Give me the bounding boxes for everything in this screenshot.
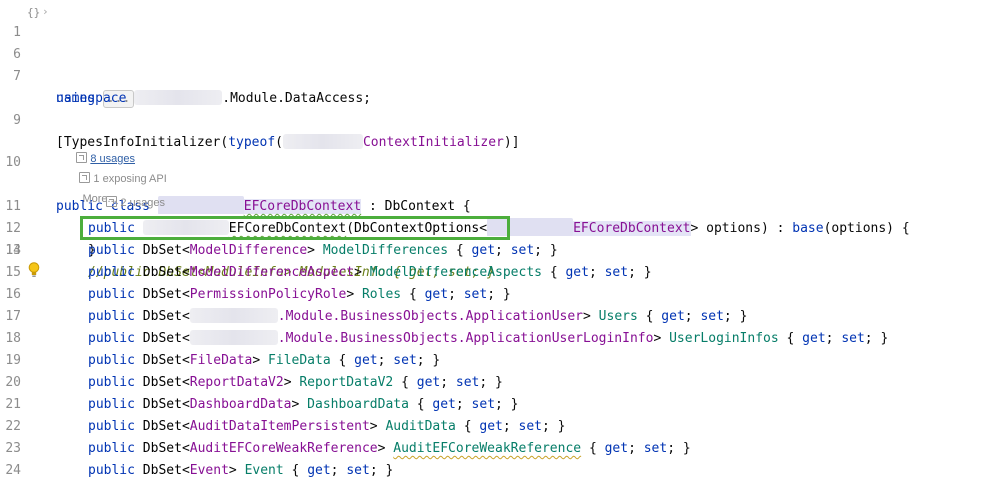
- ctor-inlay-hints: 2 usages: [0, 153, 992, 209]
- chevron-right-icon[interactable]: ›: [42, 1, 49, 23]
- line-number: 7: [13, 69, 21, 84]
- dbset-type[interactable]: DbSet: [143, 309, 182, 324]
- dbset-line: 20 public DbSet<ReportDataV2> ReportDataV…: [0, 372, 992, 394]
- line-number: 23: [5, 441, 21, 456]
- accessors: { get; set; }: [401, 375, 503, 390]
- redacted-text: [189, 330, 278, 345]
- accessors: { get; set; }: [549, 265, 652, 280]
- accessors: { get; set; }: [416, 397, 519, 412]
- dbset-line: 18 public DbSet< .Module.BusinessObjects.A…: [0, 328, 992, 350]
- line-number: 17: [5, 309, 21, 324]
- code-line-11: 11 public EFCoreDbContext(DbContextOptio…: [0, 174, 992, 236]
- accessors: { get; set; }: [338, 353, 441, 368]
- dbset-type[interactable]: DbSet: [143, 463, 182, 478]
- code-line-9: 9 [TypesInfoInitializer(typeof(ContextIn…: [0, 88, 992, 150]
- line-number: 22: [5, 419, 21, 434]
- entity-type[interactable]: AuditDataItemPersistent: [190, 419, 370, 434]
- accessors: { get; set; }: [588, 441, 691, 456]
- dbset-line: 19 public DbSet<FileData> FileData { get;…: [0, 350, 992, 372]
- code-line-12: 12 }: [0, 196, 992, 258]
- dbset-line: 17 public DbSet< .Module.BusinessObjects.A…: [0, 306, 992, 328]
- accessors: { get; set; }: [408, 287, 511, 302]
- accessors: { get; set; }: [645, 309, 748, 324]
- public-keyword: public: [88, 353, 135, 368]
- dbset-type[interactable]: DbSet: [143, 287, 182, 302]
- code-line-1: 1 {} › using ...: [0, 0, 992, 108]
- dbset-type[interactable]: DbSet: [143, 375, 182, 390]
- public-keyword: public: [88, 375, 135, 390]
- property-name[interactable]: Event: [245, 463, 284, 478]
- property-name[interactable]: AuditEFCoreWeakReference: [393, 441, 581, 456]
- public-keyword: public: [88, 331, 135, 346]
- dbset-line: 21 public DbSet<DashboardData> DashboardD…: [0, 394, 992, 416]
- code-line-7: 7 namespace .Module.DataAccess;: [0, 44, 992, 106]
- line-number: 16: [5, 287, 21, 302]
- dbset-line: 14 public DbSet<ModelDifference> ModelDif…: [0, 240, 992, 262]
- entity-type[interactable]: .Module.BusinessObjects.ApplicationUser: [278, 309, 583, 324]
- dbset-type[interactable]: DbSet: [143, 265, 182, 280]
- property-name[interactable]: FileData: [268, 353, 331, 368]
- property-name[interactable]: DashboardData: [307, 397, 409, 412]
- dbset-type[interactable]: DbSet: [143, 243, 182, 258]
- dbset-type[interactable]: DbSet: [143, 331, 182, 346]
- entity-type[interactable]: DashboardData: [190, 397, 292, 412]
- dbset-type[interactable]: DbSet: [143, 441, 182, 456]
- public-keyword: public: [88, 309, 135, 324]
- dbset-type[interactable]: DbSet: [143, 353, 182, 368]
- dbset-type[interactable]: DbSet: [143, 397, 182, 412]
- property-name[interactable]: Roles: [362, 287, 401, 302]
- property-name[interactable]: UserLoginInfos: [669, 331, 779, 346]
- public-keyword: public: [88, 463, 135, 478]
- dbset-line: 16 public DbSet<PermissionPolicyRole> Rol…: [0, 284, 992, 306]
- entity-type[interactable]: PermissionPolicyRole: [190, 287, 347, 302]
- code-line-6: 6: [0, 22, 992, 62]
- entity-type[interactable]: Event: [190, 463, 229, 478]
- line-number: 14: [5, 243, 21, 258]
- code-editor[interactable]: 1 {} › using ... 6 7 namespace .Module.D…: [0, 0, 992, 487]
- line-number: 15: [5, 265, 21, 280]
- property-name[interactable]: ModelDifferences: [323, 243, 448, 258]
- public-keyword: public: [88, 265, 135, 280]
- entity-type[interactable]: AuditEFCoreWeakReference: [190, 441, 378, 456]
- dbset-line: 22 public DbSet<AuditDataItemPersistent> …: [0, 416, 992, 438]
- public-keyword: public: [88, 441, 135, 456]
- property-name[interactable]: ReportDataV2: [299, 375, 393, 390]
- public-keyword: public: [88, 243, 135, 258]
- entity-type[interactable]: .Module.BusinessObjects.ApplicationUserL…: [278, 331, 654, 346]
- entity-type[interactable]: ModelDifferenceAspect: [190, 265, 354, 280]
- entity-type[interactable]: ModelDifference: [190, 243, 307, 258]
- dbset-line: 23 public DbSet<AuditEFCoreWeakReference>…: [0, 438, 992, 460]
- public-keyword: public: [88, 397, 135, 412]
- line-number: 19: [5, 353, 21, 368]
- entity-type[interactable]: FileData: [190, 353, 253, 368]
- annotation-highlight-box: [80, 216, 510, 240]
- accessors: { get; set; }: [291, 463, 394, 478]
- property-name[interactable]: AuditData: [385, 419, 455, 434]
- line-number: 24: [5, 463, 21, 478]
- accessors: { get; set; }: [463, 419, 566, 434]
- entity-type[interactable]: ReportDataV2: [190, 375, 284, 390]
- public-keyword: public: [88, 287, 135, 302]
- code-fold-icon[interactable]: {}: [27, 2, 40, 24]
- property-name[interactable]: ModelDifferenceAspects: [370, 265, 542, 280]
- class-inlay-hints: 8 usages 1 exposing API More...: [0, 109, 992, 205]
- dbset-line: 15 public DbSet<ModelDifferenceAspect> Mo…: [0, 262, 992, 284]
- line-number: 20: [5, 375, 21, 390]
- accessors: { get; set; }: [455, 243, 558, 258]
- dbset-line: 24 public DbSet<Event> Event { get; set; …: [0, 460, 992, 482]
- line-number: 21: [5, 397, 21, 412]
- property-name[interactable]: Users: [599, 309, 638, 324]
- code-line-10: 10 public class EFCoreDbContext : DbCont…: [0, 130, 992, 277]
- redacted-text: [189, 308, 278, 323]
- public-keyword: public: [88, 419, 135, 434]
- accessors: { get; set; }: [786, 331, 889, 346]
- dbset-type[interactable]: DbSet: [143, 419, 182, 434]
- line-number: 18: [5, 331, 21, 346]
